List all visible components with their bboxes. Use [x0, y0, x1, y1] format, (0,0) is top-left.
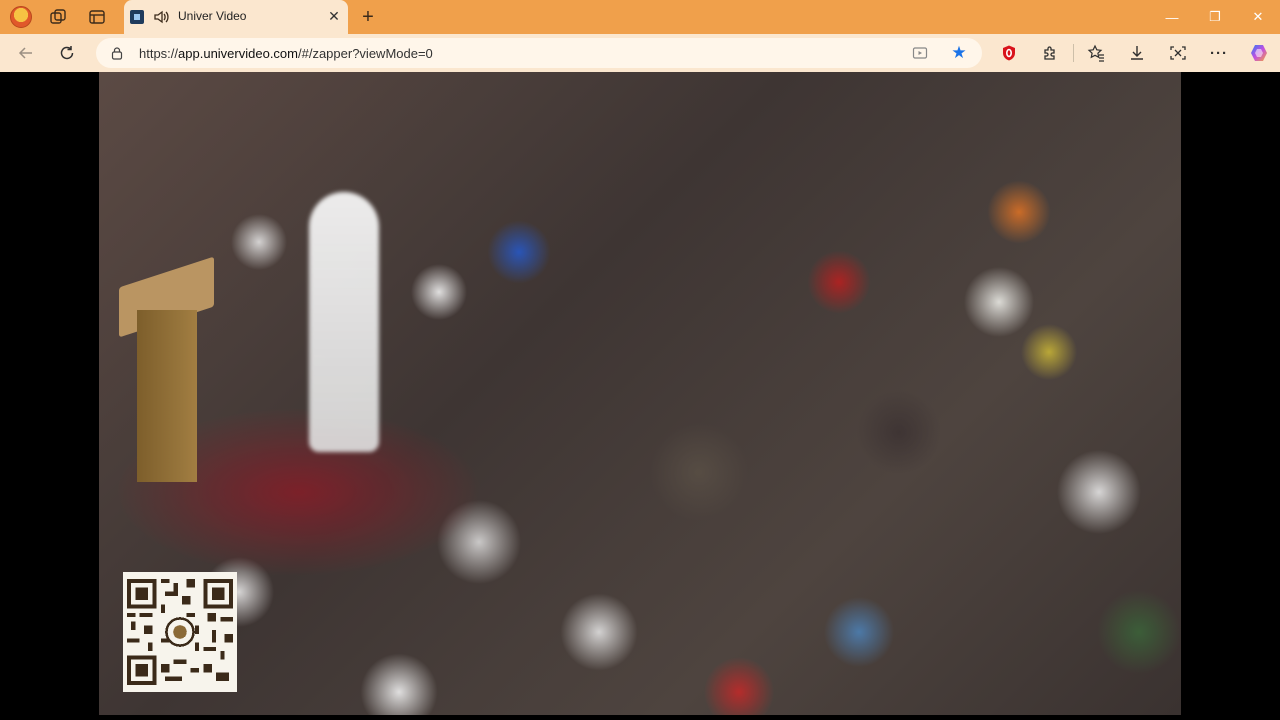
lock-icon[interactable]: [110, 46, 124, 60]
address-bar[interactable]: https://app.univervideo.com/#/zapper?vie…: [96, 38, 982, 68]
tab-close-button[interactable]: ✕: [326, 8, 342, 24]
tab-univer-video[interactable]: Univer Video ✕: [124, 0, 348, 34]
workspaces-icon: [50, 9, 66, 24]
url-host: app.univervideo.com: [178, 46, 298, 61]
favorite-star-icon[interactable]: ★: [949, 43, 969, 62]
podium: [119, 256, 214, 482]
downloads-icon[interactable]: [1125, 42, 1149, 64]
window-close-button[interactable]: ✕: [1236, 0, 1280, 34]
vertical-tabs-icon: [89, 10, 105, 24]
minimize-button[interactable]: —: [1150, 0, 1194, 34]
back-button[interactable]: [12, 40, 40, 66]
more-menu-button[interactable]: ···: [1207, 42, 1231, 64]
url-text[interactable]: https://app.univervideo.com/#/zapper?vie…: [139, 46, 433, 61]
tab-title: Univer Video: [178, 9, 247, 23]
qr-code-icon: [127, 579, 233, 685]
extensions-puzzle-icon[interactable]: [1038, 42, 1062, 64]
reload-button[interactable]: [53, 40, 81, 66]
copilot-icon[interactable]: [1247, 42, 1271, 64]
profile-avatar-icon: [10, 6, 32, 28]
title-bar: Univer Video ✕ + — ❐ ✕: [0, 0, 1280, 34]
arrow-left-icon: [18, 47, 32, 59]
video-popout-icon[interactable]: [910, 44, 930, 62]
new-tab-button[interactable]: +: [355, 5, 381, 29]
workspaces-button[interactable]: [45, 5, 71, 29]
qr-code: [123, 572, 237, 692]
video-player[interactable]: [99, 72, 1181, 715]
navigation-toolbar: https://app.univervideo.com/#/zapper?vie…: [0, 34, 1280, 72]
url-prefix: https://: [139, 46, 179, 61]
speaker-icon[interactable]: [152, 8, 170, 26]
video-app-favicon-icon: [130, 10, 144, 24]
url-path: /#/zapper?viewMode=0: [298, 46, 433, 61]
reload-icon: [60, 46, 74, 60]
adblock-extension-icon[interactable]: [997, 42, 1021, 64]
screenshot-icon[interactable]: [1166, 42, 1190, 64]
tab-actions-button[interactable]: [84, 5, 110, 29]
favorites-icon[interactable]: [1084, 42, 1108, 64]
toolbar-separator: [1073, 44, 1074, 62]
speaker-figure: [309, 192, 379, 452]
page-content: [4, 72, 1276, 720]
restore-button[interactable]: ❐: [1193, 0, 1237, 34]
profile-button[interactable]: [8, 5, 34, 29]
